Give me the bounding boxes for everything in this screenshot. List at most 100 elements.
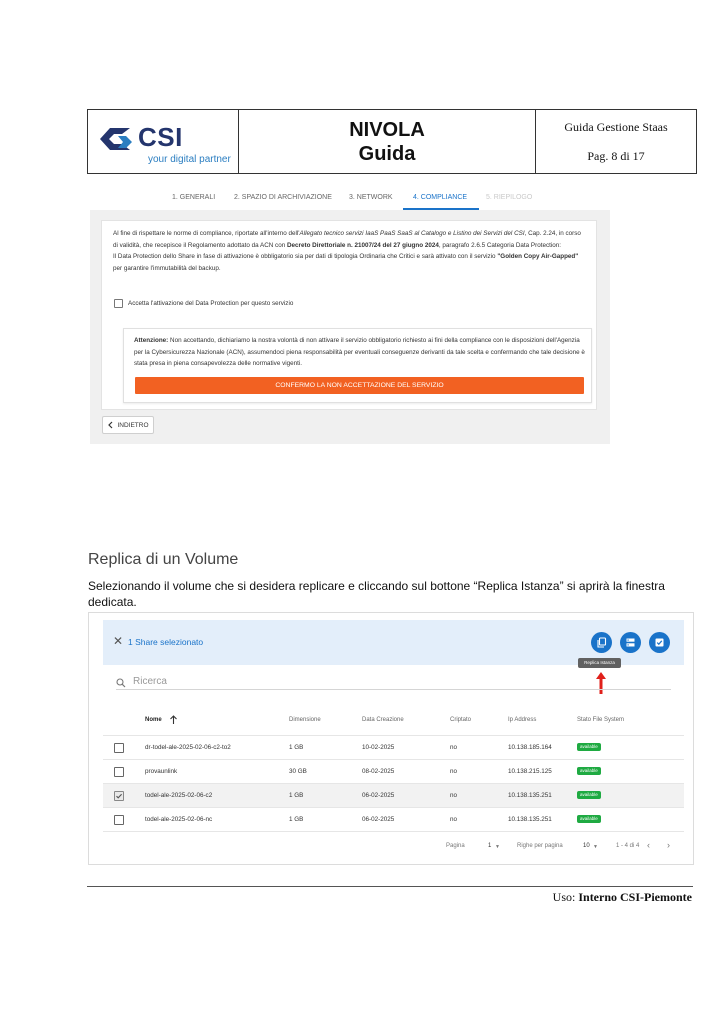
page-number: Pag. 8 di 17 (587, 148, 645, 163)
pager-page-label: Pagina (446, 843, 465, 849)
header-info-cell: Guida Gestione Staas Pag. 8 di 17 (536, 110, 696, 173)
chevron-right-icon[interactable]: › (667, 840, 670, 850)
table-row[interactable]: provaunlink 30 GB 08-02-2025 no 10.138.2… (103, 759, 684, 783)
warning-label: Attenzione: (134, 337, 169, 344)
pager-range: 1 - 4 di 4 (616, 843, 640, 849)
cell-name: provaunlink (145, 768, 178, 775)
back-button[interactable]: INDIETRO (102, 416, 154, 434)
search-icon (116, 678, 126, 688)
replica-tooltip: Replica Istanza (578, 658, 621, 668)
col-nome[interactable]: Nome (145, 717, 162, 723)
pager-rows-label: Righe per pagina (517, 843, 563, 849)
logo-subtitle: your digital partner (148, 154, 231, 165)
cell-size: 1 GB (289, 744, 304, 751)
header-title-line2: Guida (358, 142, 416, 165)
cell-date: 06-02-2025 (362, 816, 395, 823)
row-checkbox[interactable] (114, 791, 124, 801)
accept-data-protection[interactable]: Accetta l'attivazione del Data Protectio… (114, 299, 293, 308)
footer-divider (87, 886, 693, 887)
page-dropdown-icon[interactable]: ▼ (495, 844, 500, 850)
storage-icon (626, 638, 635, 647)
table-row[interactable]: todel-ale-2025-02-06-c2 1 GB 06-02-2025 … (103, 783, 684, 807)
col-dimensione[interactable]: Dimensione (289, 717, 321, 723)
step-generali[interactable]: 1. GENERALI (172, 194, 215, 201)
table-row[interactable]: dr-todel-ale-2025-02-06-c2-to2 1 GB 10-0… (103, 735, 684, 759)
table-row[interactable]: todel-ale-2025-02-06-nc 1 GB 06-02-2025 … (103, 807, 684, 831)
cell-ip: 10.138.215.125 (508, 768, 552, 775)
compliance-card: Al fine di rispettare le norme di compli… (101, 220, 597, 410)
status-badge: available (577, 815, 601, 823)
chevron-left-icon (108, 421, 113, 429)
pager-page-select[interactable]: 1 (488, 843, 491, 849)
wizard-stepper: 1. GENERALI 2. SPAZIO DI ARCHIVIAZIONE 3… (90, 183, 610, 210)
intro-text-6: Il Data Protection dello Share in fase d… (113, 253, 498, 260)
storage-button[interactable] (620, 632, 641, 653)
replica-istanza-button[interactable] (591, 632, 612, 653)
intro-text-8: per garantire l'immutabilità del backup. (113, 264, 221, 272)
cell-size: 30 GB (289, 768, 307, 775)
step-spazio-archiviazione[interactable]: 2. SPAZIO DI ARCHIVIAZIONE (234, 194, 332, 201)
document-header: CSI your digital partner NIVOLA Guida Gu… (87, 109, 697, 174)
intro-text-2: Allegato tecnico servizi IaaS PaaS SaaS … (299, 230, 525, 237)
row-checkbox[interactable] (114, 767, 124, 777)
logo-cell: CSI your digital partner (88, 110, 239, 173)
warning-body: Non accettando, dichiariamo la nostra vo… (134, 337, 585, 367)
close-icon[interactable]: ✕ (113, 634, 123, 648)
copy-icon (597, 637, 607, 648)
cell-encrypted: no (450, 768, 458, 775)
doc-name: Guida Gestione Staas (564, 119, 668, 134)
footer-usage: Uso: Interno CSI-Piemonte (553, 890, 692, 905)
status-badge: available (577, 743, 601, 751)
back-button-label: INDIETRO (117, 421, 149, 429)
row-checkbox[interactable] (114, 743, 124, 753)
accept-checkbox[interactable] (114, 299, 123, 308)
search-placeholder: Ricerca (133, 676, 167, 687)
confirm-non-acceptance-button[interactable]: CONFERMO LA NON ACCETTAZIONE DEL SERVIZI… (135, 377, 584, 394)
section-title: Replica di un Volume (88, 551, 239, 568)
row-checkbox[interactable] (114, 815, 124, 825)
intro-text-1: Al fine di rispettare le norme di compli… (113, 230, 300, 237)
cell-encrypted: no (450, 744, 458, 751)
cell-encrypted: no (450, 816, 458, 823)
sort-arrow-up-icon[interactable] (169, 715, 178, 725)
warning-box: Attenzione: Non accettando, dichiariamo … (123, 328, 592, 403)
search-field[interactable]: Ricerca (116, 675, 671, 690)
col-criptato[interactable]: Criptato (450, 717, 471, 723)
status-badge: available (577, 767, 601, 775)
pager-rows-select[interactable]: 10 (583, 843, 590, 849)
confirm-action-button[interactable] (649, 632, 670, 653)
table-divider (103, 831, 684, 832)
selection-count: 1 Share selezionato (128, 637, 204, 647)
intro-text-4: Decreto Direttoriale n. 21007/24 del 27 … (286, 241, 439, 249)
cell-ip: 10.138.185.164 (508, 744, 552, 751)
step-compliance[interactable]: 4. COMPLIANCE (413, 194, 467, 201)
shares-table-panel: ✕ 1 Share selezionato Replica Istanza Ri… (88, 612, 694, 865)
intro-text-5: , paragrafo 2.6.5 Categoria Data Protect… (438, 241, 562, 249)
header-title-line1: NIVOLA (349, 118, 425, 141)
check-icon (116, 793, 122, 799)
rows-dropdown-icon[interactable]: ▼ (593, 844, 598, 850)
status-badge: available (577, 791, 601, 799)
intro-text-7: "Golden Copy Air-Gapped" (497, 253, 579, 260)
cell-date: 06-02-2025 (362, 792, 395, 799)
step-network[interactable]: 3. NETWORK (349, 194, 393, 201)
warning-text: Attenzione: Non accettando, dichiariamo … (134, 335, 586, 370)
logo-text: CSI (138, 122, 183, 152)
step-riepilogo: 5. RIEPILOGO (486, 194, 533, 201)
cell-date: 10-02-2025 (362, 744, 395, 751)
cell-name: todel-ale-2025-02-06-c2 (145, 792, 213, 799)
cell-size: 1 GB (289, 792, 304, 799)
csi-logo-icon (100, 128, 132, 150)
col-stato-file-system[interactable]: Stato File System (577, 717, 624, 723)
footer-prefix: Uso: (552, 890, 579, 904)
col-data-creazione[interactable]: Data Creazione (362, 717, 404, 723)
cell-encrypted: no (450, 792, 458, 799)
col-ip-address[interactable]: Ip Address (508, 717, 536, 723)
section-body: Selezionando il volume che si desidera r… (88, 579, 665, 609)
chevron-left-icon[interactable]: ‹ (647, 840, 650, 850)
compliance-wizard: 1. GENERALI 2. SPAZIO DI ARCHIVIAZIONE 3… (90, 183, 610, 444)
compliance-text: Al fine di rispettare le norme di compli… (113, 228, 587, 274)
check-box-icon (655, 638, 664, 647)
footer-value: Interno CSI-Piemonte (578, 890, 692, 904)
cell-ip: 10.138.135.251 (508, 816, 552, 823)
